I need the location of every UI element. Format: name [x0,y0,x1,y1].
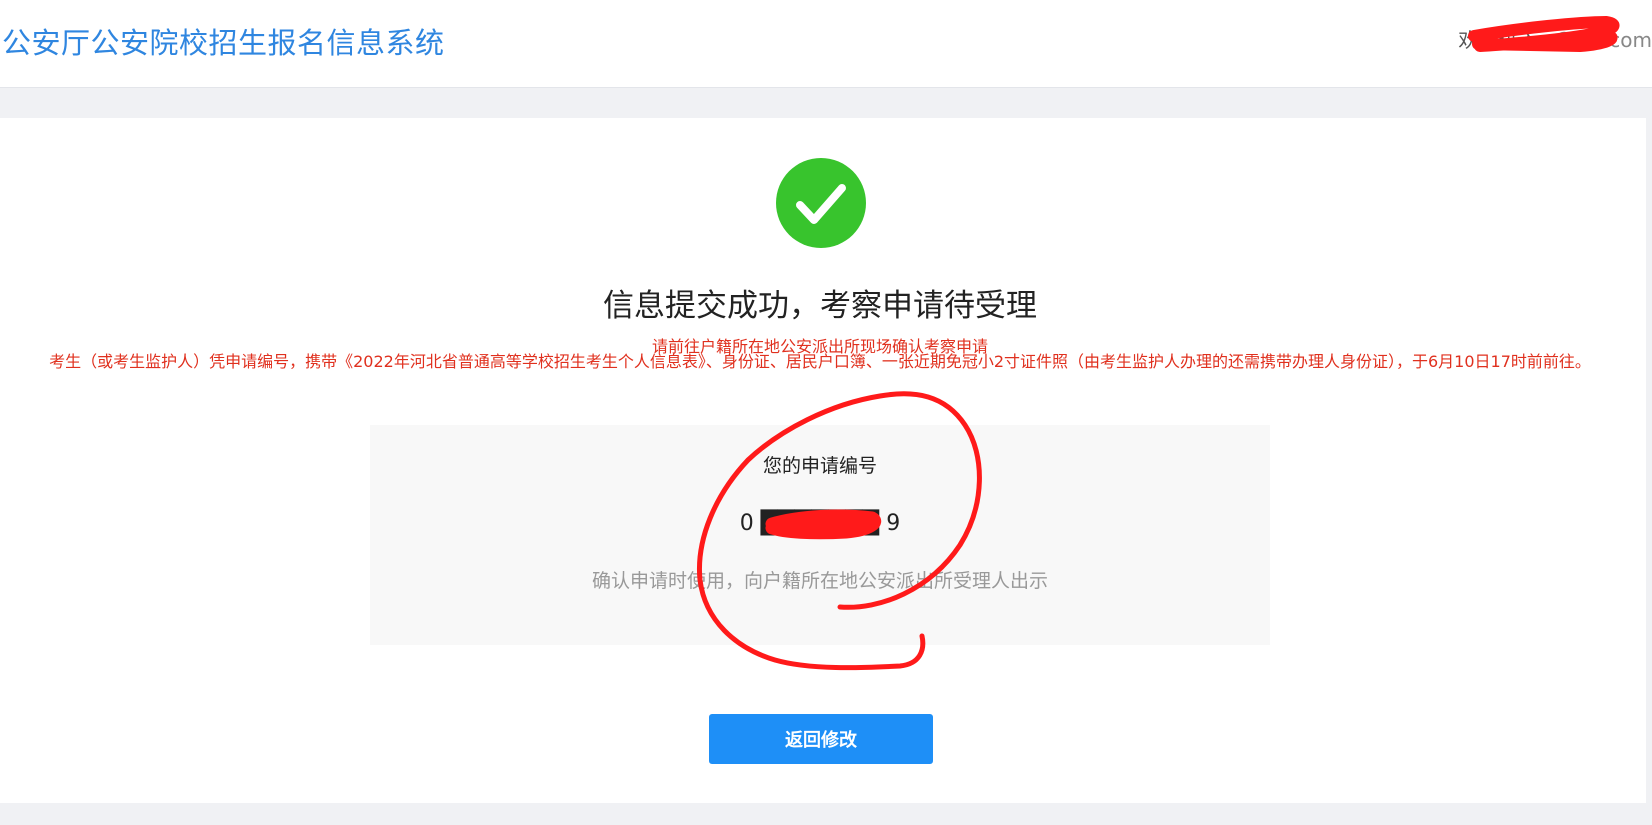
checkmark-icon [796,184,846,224]
application-number-value: 0 ███████ 9 [739,511,901,536]
return-modify-button[interactable]: 返回修改 [709,714,933,764]
welcome-text: 欢迎进入，2 ... .com [1458,24,1652,53]
welcome-prefix: 欢迎进入， [1458,28,1559,52]
notice-body: 考生（或考生监护人）凭申请编号，携带《2022年河北省普通高等学校招生考生个人信… [49,352,1591,371]
application-number-hint: 确认申请时使用，向户籍所在地公安派出所受理人出示 [591,570,1048,592]
top-header: 公安厅公安院校招生报名信息系统 欢迎进入，2 ... .com [0,0,1652,88]
success-title: 信息提交成功，考察申请待受理 [603,288,1037,324]
system-title: 公安厅公安院校招生报名信息系统 [2,26,445,60]
application-number-label: 您的申请编号 [762,455,877,477]
success-check-icon [776,158,866,248]
user-account[interactable]: 2 ... .com [1558,28,1652,52]
